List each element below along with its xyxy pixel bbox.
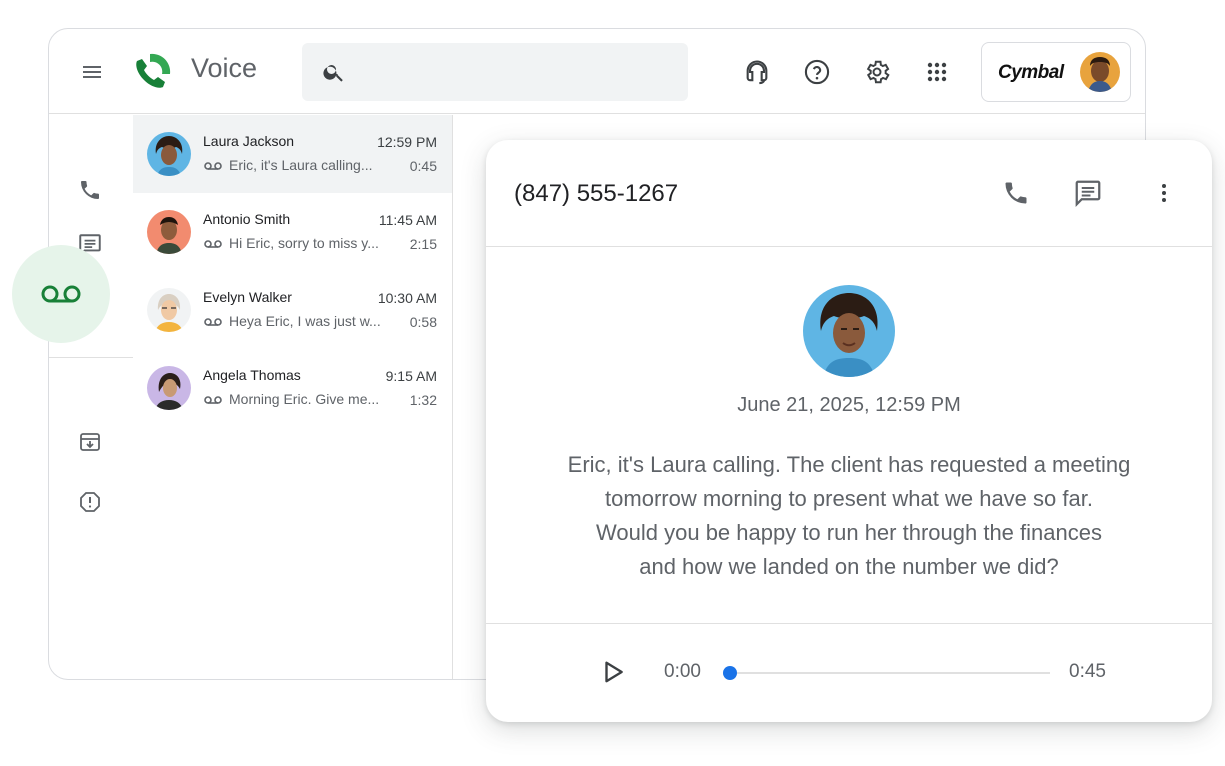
nav-archive[interactable] [77, 429, 103, 455]
avatar [147, 210, 191, 254]
voicemail-snippet: Eric, it's Laura calling... [229, 157, 373, 173]
hamburger-menu-icon [83, 66, 101, 78]
voicemail-duration: 1:32 [409, 392, 437, 408]
call-time: 11:45 AM [378, 212, 437, 228]
account-switcher[interactable]: Cymbal [981, 42, 1131, 102]
call-time: 10:30 AM [377, 290, 437, 306]
more-options-button[interactable] [1149, 178, 1179, 208]
progress-handle[interactable] [723, 666, 737, 680]
caller-name: Angela Thomas [203, 367, 301, 383]
progress-slider[interactable] [723, 666, 1050, 680]
transcript-line: Eric, it's Laura calling. The client has… [567, 452, 1131, 477]
caller-name: Evelyn Walker [203, 289, 292, 305]
voicemail-snippet: Hi Eric, sorry to miss y... [229, 235, 379, 251]
search-bar[interactable] [302, 43, 688, 101]
settings-button[interactable] [863, 58, 891, 86]
list-item[interactable]: Laura Jackson 12:59 PM Eric, it's Laura … [133, 115, 452, 193]
call-time: 12:59 PM [377, 134, 437, 150]
voicemail-date: June 21, 2025, 12:59 PM [737, 394, 961, 416]
message-icon [1075, 180, 1101, 207]
detail-header: (847) 555-1267 [486, 140, 1212, 247]
rail-divider [49, 357, 133, 358]
nav-voicemail[interactable] [12, 245, 110, 343]
transcript-line: tomorrow morning to present what we have… [605, 486, 1093, 511]
call-back-button[interactable] [1001, 178, 1031, 208]
settings-icon [866, 60, 890, 84]
current-time: 0:00 [664, 661, 701, 682]
search-input[interactable] [362, 53, 672, 91]
send-message-button[interactable] [1073, 178, 1103, 208]
top-bar: Voice Cymbal [49, 29, 1145, 114]
brand-logo: Cymbal [998, 62, 1064, 83]
voicemail-snippet: Morning Eric. Give me... [229, 391, 380, 407]
voicemail-snippet: Heya Eric, I was just w... [229, 313, 381, 329]
archive-icon [80, 433, 100, 451]
voicemail-duration: 0:45 [409, 158, 437, 174]
caller-name: Antonio Smith [203, 211, 291, 227]
voice-logo-icon[interactable] [131, 51, 173, 93]
play-button[interactable] [598, 657, 628, 687]
headset-icon [746, 60, 768, 85]
apps-button[interactable] [923, 58, 951, 86]
user-avatar[interactable] [1080, 52, 1120, 92]
voicemail-icon [204, 162, 222, 170]
phone-icon [81, 181, 99, 199]
nav-calls[interactable] [77, 177, 103, 203]
more-vert-icon [1162, 184, 1166, 202]
list-item[interactable]: Antonio Smith 11:45 AM Hi Eric, sorry to… [133, 193, 452, 271]
voicemail-list: Laura Jackson 12:59 PM Eric, it's Laura … [133, 115, 453, 679]
search-icon [323, 65, 343, 82]
nav-spam[interactable] [77, 489, 103, 515]
avatar [147, 132, 191, 176]
navigation-rail [49, 115, 133, 679]
avatar [147, 288, 191, 332]
avatar [147, 366, 191, 410]
play-icon [605, 661, 623, 683]
phone-number: (847) 555-1267 [514, 180, 679, 207]
phone-icon [1005, 182, 1027, 204]
apps-grid-icon [927, 62, 947, 82]
transcript-line: Would you be happy to run her through th… [596, 520, 1102, 545]
audio-player: 0:00 0:45 [486, 623, 1212, 722]
voicemail-duration: 2:15 [409, 236, 437, 252]
total-time: 0:45 [1069, 661, 1106, 682]
support-button[interactable] [743, 58, 771, 86]
list-item[interactable]: Angela Thomas 9:15 AM Morning Eric. Give… [133, 349, 452, 427]
call-time: 9:15 AM [385, 368, 437, 384]
voicemail-icon [204, 396, 222, 404]
help-icon [804, 59, 830, 85]
caller-avatar [803, 285, 895, 377]
main-menu-button[interactable] [77, 57, 107, 87]
voicemail-icon [204, 318, 222, 326]
help-button[interactable] [803, 58, 831, 86]
voicemail-icon [41, 285, 81, 303]
list-item[interactable]: Evelyn Walker 10:30 AM Heya Eric, I was … [133, 271, 452, 349]
voicemail-duration: 0:58 [409, 314, 437, 330]
voicemail-icon [204, 240, 222, 248]
transcript-line: and how we landed on the number we did? [639, 554, 1059, 579]
spam-icon [80, 492, 100, 512]
app-name: Voice [191, 53, 258, 83]
caller-name: Laura Jackson [203, 133, 295, 149]
voicemail-detail-card: (847) 555-1267 June 21, 2025, 12:59 PM E… [486, 140, 1212, 722]
voicemail-transcript: Eric, it's Laura calling. The client has… [526, 448, 1172, 584]
